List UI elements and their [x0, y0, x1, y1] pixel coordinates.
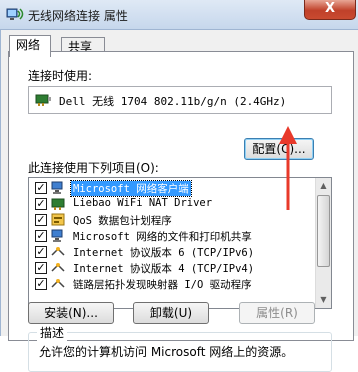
protocol-icon: [51, 247, 65, 256]
scroll-up-icon[interactable]: ▲: [316, 178, 331, 194]
network-client-icon: [51, 181, 63, 194]
list-item[interactable]: ✓ QoS 数据包计划程序: [29, 212, 317, 228]
network-adapter-icon: [35, 94, 51, 106]
scrollbar-thumb[interactable]: [317, 195, 330, 267]
list-item[interactable]: ✓ Microsoft 网络的文件和打印机共享: [29, 228, 317, 244]
protocol-icon: [51, 279, 65, 288]
network-connection-icon: [6, 8, 24, 20]
item-label: QoS 数据包计划程序: [73, 215, 172, 227]
adapter-name: Dell 无线 1704 802.11b/g/n (2.4GHz): [59, 95, 287, 108]
item-label: 链路层拓扑发现映射器 I/O 驱动程序: [73, 279, 252, 291]
window-title: 无线网络连接 属性: [28, 9, 128, 23]
list-item[interactable]: ✓ Internet 协议版本 6 (TCP/IPv6): [29, 244, 317, 260]
item-checkbox[interactable]: ✓: [35, 182, 47, 194]
close-button[interactable]: X: [304, 0, 356, 20]
item-checkbox[interactable]: ✓: [35, 214, 47, 226]
list-item[interactable]: ✓ Internet 协议版本 4 (TCP/IPv4): [29, 260, 317, 276]
properties-button: 属性(R): [239, 302, 315, 324]
scroll-down-icon[interactable]: ▼: [316, 292, 331, 308]
list-item[interactable]: ✓ 链路层拓扑发现映射器 I/O 驱动程序: [29, 276, 317, 292]
qos-scheduler-icon: [51, 213, 65, 226]
item-checkbox[interactable]: ✓: [35, 246, 47, 258]
network-driver-icon: [51, 198, 65, 210]
item-checkbox[interactable]: ✓: [35, 262, 47, 274]
install-button[interactable]: 安装(N)...: [28, 302, 114, 324]
item-label: Microsoft 网络的文件和打印机共享: [73, 231, 252, 243]
adapter-field: Dell 无线 1704 802.11b/g/n (2.4GHz): [28, 86, 332, 114]
item-checkbox[interactable]: ✓: [35, 278, 47, 290]
item-label: Internet 协议版本 4 (TCP/IPv4): [73, 263, 255, 275]
description-title: 描述: [37, 324, 68, 341]
item-label: Liebao WiFi NAT Driver: [73, 197, 213, 209]
item-checkbox[interactable]: ✓: [35, 230, 47, 242]
items-label: 此连接使用下列项目(O):: [28, 161, 159, 175]
description-text: 允许您的计算机访问 Microsoft 网络上的资源。: [39, 345, 294, 359]
list-scrollbar[interactable]: ▲ ▼: [315, 178, 331, 308]
uninstall-button[interactable]: 卸载(U): [133, 302, 209, 324]
item-checkbox[interactable]: ✓: [35, 198, 47, 210]
connect-using-label: 连接时使用:: [28, 69, 93, 83]
description-group: 描述 允许您的计算机访问 Microsoft 网络上的资源。: [28, 324, 332, 372]
item-label: Microsoft 网络客户端: [70, 180, 192, 197]
tab-network[interactable]: 网络: [9, 35, 51, 57]
protocol-icon: [51, 263, 65, 272]
file-printer-sharing-icon: [51, 229, 63, 242]
annotation-arrow-icon: [279, 126, 297, 210]
title-bar: 无线网络连接 属性 X: [0, 0, 358, 30]
item-label: Internet 协议版本 6 (TCP/IPv6): [73, 247, 255, 259]
